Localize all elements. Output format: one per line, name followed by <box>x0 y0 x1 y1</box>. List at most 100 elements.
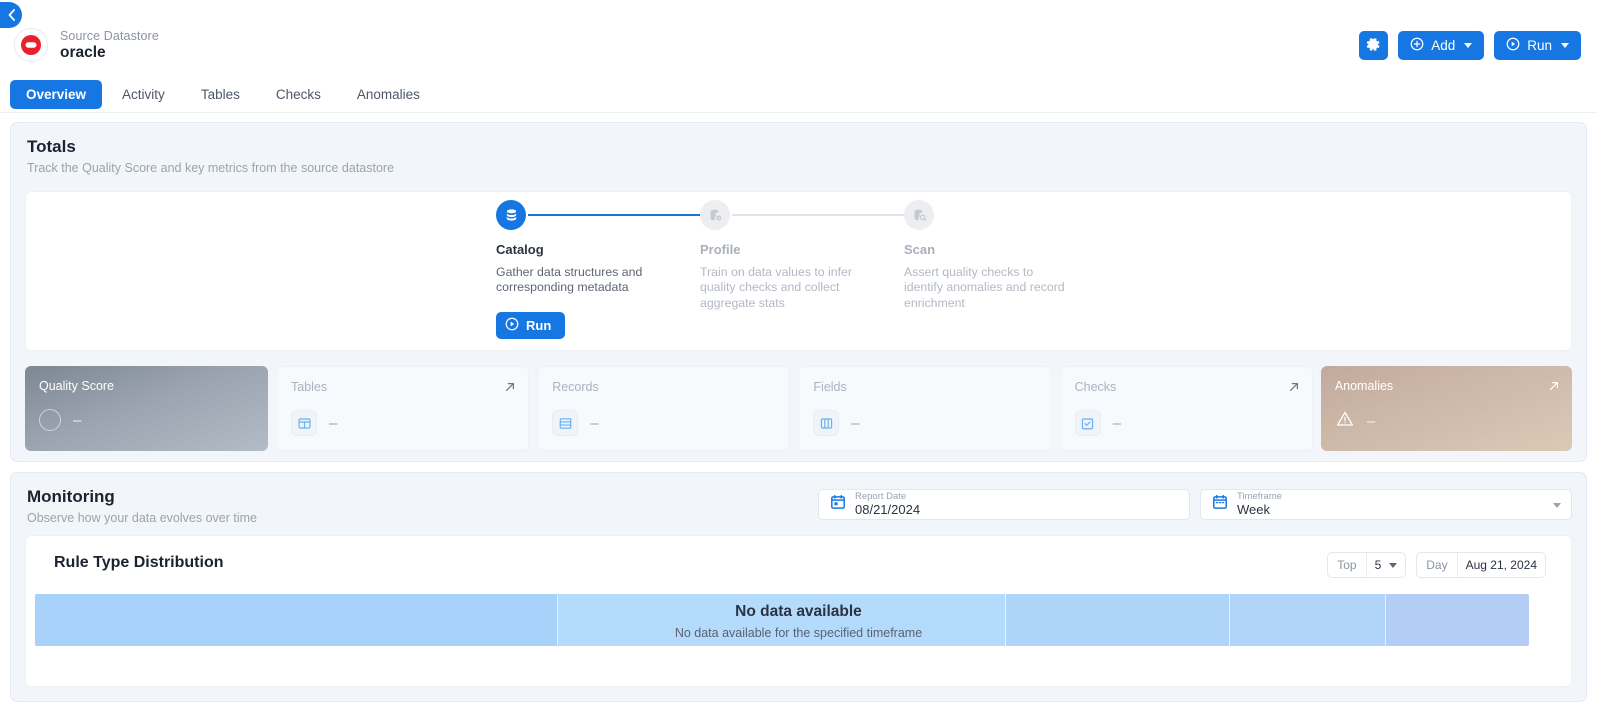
step-profile-description: Train on data values to infer quality ch… <box>700 265 852 310</box>
metric-card-tables[interactable]: Tables – <box>276 366 530 451</box>
header-actions: Add Run <box>1359 31 1581 60</box>
step-catalog-description: Gather data structures and corresponding… <box>496 265 643 295</box>
day-key: Day <box>1426 558 1448 572</box>
metric-label-tables: Tables <box>291 380 328 394</box>
totals-panel: Totals Track the Quality Score and key m… <box>10 122 1587 462</box>
run-button[interactable]: Run <box>1494 31 1581 60</box>
totals-header: Totals Track the Quality Score and key m… <box>11 123 1586 175</box>
chevron-down-icon[interactable] <box>1553 503 1561 508</box>
report-date-picker[interactable]: Report Date 08/21/2024 <box>818 489 1190 520</box>
records-icon <box>552 410 579 436</box>
oracle-logo-icon <box>14 28 48 62</box>
metric-card-quality-score[interactable]: Quality Score – <box>25 366 268 451</box>
chart-placeholder-segment <box>35 594 558 646</box>
database-icon <box>496 200 526 230</box>
totals-subtitle: Track the Quality Score and key metrics … <box>27 161 395 175</box>
metric-card-fields[interactable]: Fields – <box>798 366 1052 451</box>
step-connector-catalog-profile <box>528 214 700 216</box>
step-catalog-name: Catalog <box>496 242 544 257</box>
database-gear-icon <box>700 200 730 230</box>
table-icon <box>291 410 317 436</box>
tab-activity[interactable]: Activity <box>106 80 181 109</box>
metric-cards: Quality Score – Tables – Records – Field… <box>25 366 1573 451</box>
settings-button[interactable] <box>1359 31 1389 60</box>
top-n-key: Top <box>1337 558 1357 572</box>
play-circle-icon <box>505 317 519 334</box>
timeframe-picker[interactable]: Timeframe Week <box>1200 489 1572 520</box>
step-profile[interactable]: Profile Train on data values to infer qu… <box>700 200 904 339</box>
report-date-label: Report Date <box>855 491 907 503</box>
monitoring-panel: Monitoring Observe how your data evolves… <box>10 472 1587 702</box>
metric-card-checks[interactable]: Checks – <box>1059 366 1313 451</box>
tab-divider <box>0 112 1597 113</box>
metric-label-anomalies: Anomalies <box>1334 379 1394 393</box>
step-connector-profile-scan <box>732 214 904 216</box>
chevron-down-icon[interactable] <box>1389 562 1398 568</box>
warning-triangle-icon <box>1335 409 1355 434</box>
tab-bar: Overview Activity Tables Checks Anomalie… <box>10 80 436 109</box>
database-search-icon <box>904 200 934 230</box>
tab-overview[interactable]: Overview <box>10 80 103 109</box>
tab-checks[interactable]: Checks <box>260 80 337 109</box>
timeframe-value: Week <box>1237 502 1270 518</box>
metric-value-tables: – <box>329 414 338 432</box>
report-date-value: 08/21/2024 <box>855 502 921 518</box>
metric-value-records: – <box>590 414 599 432</box>
metric-value-checks: – <box>1112 414 1121 432</box>
chart-controls: Top 5 Day Aug 21, 2024 <box>1327 552 1546 578</box>
chart-placeholder-segment <box>1385 594 1529 646</box>
check-square-icon <box>1074 410 1101 436</box>
step-scan-name: Scan <box>904 242 936 257</box>
arrow-up-right-icon[interactable] <box>1288 380 1300 398</box>
metric-label-quality-score: Quality Score <box>39 379 115 393</box>
step-catalog[interactable]: Catalog Gather data structures and corre… <box>496 200 700 339</box>
chart-placeholder-segment <box>557 594 1007 646</box>
metric-value-anomalies: – <box>1366 413 1376 430</box>
catalog-run-button[interactable]: Run <box>496 311 566 339</box>
pipeline-stepper-card: Catalog Gather data structures and corre… <box>25 191 1572 351</box>
tab-anomalies[interactable]: Anomalies <box>341 80 436 109</box>
app-root: Source Datastore oracle Add Run Overview… <box>0 0 1597 712</box>
day-selector[interactable]: Day Aug 21, 2024 <box>1416 552 1546 578</box>
totals-title: Totals <box>27 137 76 156</box>
metric-label-checks: Checks <box>1074 380 1117 394</box>
play-circle-icon <box>1506 37 1520 54</box>
metric-card-anomalies[interactable]: Anomalies – <box>1320 366 1573 451</box>
step-scan-description: Assert quality checks to identify anomal… <box>904 265 1065 310</box>
run-button-label: Run <box>1527 38 1552 53</box>
chevron-down-icon <box>1561 43 1569 48</box>
gear-icon <box>1366 37 1381 55</box>
arrow-up-right-icon[interactable] <box>504 380 516 398</box>
page-header: Source Datastore oracle Add Run <box>0 18 1597 76</box>
add-button-label: Add <box>1431 38 1456 53</box>
timeframe-label: Timeframe <box>1237 491 1283 503</box>
calendar-icon <box>1212 494 1228 515</box>
score-ring-icon <box>39 409 61 431</box>
plus-circle-icon <box>1410 37 1424 54</box>
arrow-up-right-icon[interactable] <box>1548 379 1560 397</box>
chevron-down-icon <box>1464 43 1473 48</box>
step-scan[interactable]: Scan Assert quality checks to identify a… <box>904 200 1108 339</box>
tab-tables[interactable]: Tables <box>185 80 256 109</box>
chart-title: Rule Type Distribution <box>54 554 224 571</box>
add-button[interactable]: Add <box>1398 31 1485 60</box>
datastore-identity: Source Datastore oracle <box>14 28 159 62</box>
datastore-name: oracle <box>60 43 106 61</box>
rule-type-distribution-card: Rule Type Distribution Top 5 Day Aug 21,… <box>25 535 1572 687</box>
datastore-kicker: Source Datastore <box>60 28 159 43</box>
calendar-icon <box>830 494 846 515</box>
top-n-selector[interactable]: Top 5 <box>1327 552 1407 578</box>
chart-placeholder-bars <box>35 594 1529 646</box>
monitoring-filters: Report Date 08/21/2024 Timeframe Week <box>818 489 1572 520</box>
metric-card-records[interactable]: Records – <box>537 366 791 451</box>
catalog-run-label: Run <box>526 317 552 333</box>
metric-value-quality-score: – <box>73 411 82 429</box>
metric-label-records: Records <box>552 380 599 394</box>
day-value: Aug 21, 2024 <box>1465 558 1537 572</box>
step-profile-name: Profile <box>700 242 741 257</box>
columns-icon <box>813 410 840 436</box>
top-n-value: 5 <box>1374 558 1382 572</box>
chart-placeholder-segment <box>1230 594 1386 646</box>
metric-label-fields: Fields <box>813 380 847 394</box>
metric-value-fields: – <box>851 414 860 432</box>
